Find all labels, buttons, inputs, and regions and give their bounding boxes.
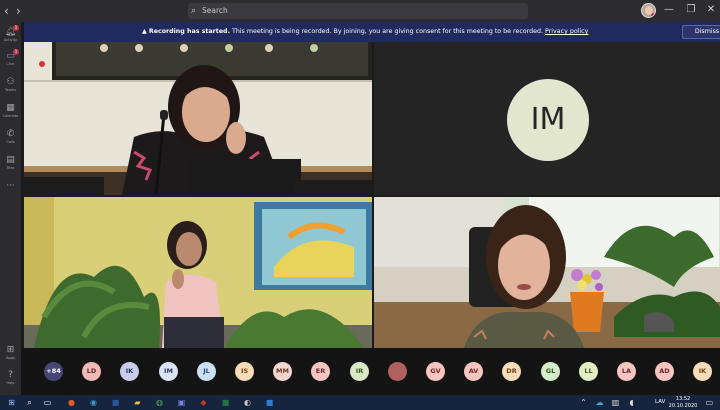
close-button[interactable]: ✕ [704, 2, 718, 18]
search-icon: ⌕ [191, 6, 197, 16]
clock-date: 20.10.2020 [668, 402, 698, 409]
phone-icon: ✆ [6, 129, 15, 139]
recording-banner: ▲ Recording has started. This meeting is… [24, 22, 720, 42]
app-icon-2[interactable]: ◆ [198, 397, 209, 408]
tray-volume-icon[interactable]: ◖ [626, 397, 637, 408]
privacy-policy-link[interactable]: Privacy policy [545, 28, 588, 35]
participant-avatar[interactable]: IR [350, 362, 369, 381]
rail-item-teams[interactable]: ⚇ Teams [0, 76, 21, 100]
back-arrow-icon[interactable]: ‹ [4, 3, 9, 19]
status-dot [651, 13, 655, 17]
minimize-button[interactable]: — [662, 2, 676, 18]
participant-avatar[interactable]: +84 [44, 362, 63, 381]
participant-avatar[interactable]: IK [693, 362, 712, 381]
more-icon: ··· [6, 181, 15, 191]
participant-avatar[interactable]: JL [197, 362, 216, 381]
windows-start-icon[interactable]: ⊞ [6, 397, 17, 408]
app-rail: 🔔︎ Activity 1 ▭ Chat 1 ⚇ Teams ▦ Calenda… [0, 22, 21, 395]
activity-badge: 1 [13, 25, 19, 31]
banner-message: ▲ Recording has started. This meeting is… [142, 22, 588, 42]
participant-avatar[interactable]: IK [120, 362, 139, 381]
rail-item-apps[interactable]: ⊞ Apps [0, 344, 21, 368]
video-tile-speaker[interactable] [374, 197, 720, 348]
teams-taskbar-icon[interactable]: ▣ [176, 397, 187, 408]
participant-initials-circle: IM [507, 79, 589, 161]
banner-bold-text: Recording has started. [148, 28, 230, 35]
video-tile-participant-plant[interactable] [24, 197, 372, 348]
chrome-icon[interactable]: ◍ [154, 397, 165, 408]
participant-avatar[interactable]: LD [82, 362, 101, 381]
forward-arrow-icon[interactable]: › [16, 3, 21, 19]
search-input[interactable]: ⌕ Search [188, 3, 528, 19]
tray-network-icon[interactable]: ▥ [610, 397, 621, 408]
participant-avatar[interactable]: GL [541, 362, 560, 381]
outlook-icon[interactable]: ■ [264, 397, 275, 408]
tray-cloud-icon[interactable]: ☁ [594, 397, 605, 408]
teams-window: ‹ › ⌕ Search — ❐ ✕ 🔔︎ Activity 1 ▭ Chat … [0, 0, 720, 410]
user-avatar[interactable] [641, 3, 656, 18]
taskbar-clock[interactable]: 13:52 20.10.2020 [668, 396, 698, 409]
participant-photo-avatar[interactable] [388, 362, 407, 381]
record-icon: ▲ [142, 28, 149, 35]
notification-icon[interactable]: ▭ [704, 397, 715, 408]
apps-icon: ⊞ [6, 345, 15, 355]
excel-icon[interactable]: ■ [220, 397, 231, 408]
maximize-button[interactable]: ❐ [684, 2, 698, 18]
rail-item-more[interactable]: ··· [0, 180, 21, 204]
app-icon-1[interactable]: ● [66, 397, 77, 408]
dismiss-button[interactable]: Dismiss [682, 25, 720, 39]
rail-item-chat[interactable]: ▭ Chat 1 [0, 49, 21, 74]
video-frame-plant [24, 197, 372, 348]
participant-avatar[interactable]: LA [617, 362, 636, 381]
video-frame-speaker [374, 197, 720, 348]
search-icon[interactable]: ⌕ [24, 397, 35, 408]
chat-badge: 1 [13, 49, 19, 55]
rail-item-files[interactable]: ▤ Files [0, 154, 21, 178]
video-tile-presenter[interactable] [24, 42, 372, 195]
explorer-icon[interactable]: ▰ [132, 397, 143, 408]
participant-avatar[interactable]: GV [426, 362, 445, 381]
participant-avatar[interactable]: AV [464, 362, 483, 381]
rail-item-activity[interactable]: 🔔︎ Activity 1 [0, 25, 21, 50]
participant-avatar[interactable]: MM [273, 362, 292, 381]
teams-icon: ⚇ [6, 77, 15, 87]
participant-avatar[interactable]: DR [502, 362, 521, 381]
tray-chevron-icon[interactable]: ⌃ [578, 397, 589, 408]
help-icon: ? [8, 370, 13, 380]
search-placeholder: Search [202, 6, 228, 15]
video-tile-im[interactable]: IM [374, 42, 720, 195]
participant-avatar[interactable]: IS [235, 362, 254, 381]
rail-item-calls[interactable]: ✆ Calls [0, 128, 21, 152]
calendar-icon: ▦ [6, 103, 15, 113]
participant-avatar[interactable]: LL [579, 362, 598, 381]
edge-icon[interactable]: ◉ [88, 397, 99, 408]
video-frame-presenter [24, 42, 372, 195]
title-bar: ‹ › ⌕ Search — ❐ ✕ [0, 0, 720, 22]
language-indicator[interactable]: LAV [655, 396, 665, 409]
app-icon-3[interactable]: ◐ [242, 397, 253, 408]
participant-avatar[interactable]: AD [655, 362, 674, 381]
files-icon: ▤ [6, 155, 15, 165]
banner-text: This meeting is being recorded. By joini… [229, 28, 546, 35]
rail-item-help[interactable]: ? Help [0, 369, 21, 393]
participant-avatar[interactable]: IM [159, 362, 178, 381]
windows-taskbar: ⊞ ⌕ ▭ ● ◉ ■ ▰ ◍ ▣ ◆ ■ ◐ ■ ⌃ ☁ ▥ ◖ LAV 13… [0, 395, 720, 410]
participant-avatar[interactable]: ER [311, 362, 330, 381]
rail-item-calendar[interactable]: ▦ Calendar [0, 102, 21, 126]
word-icon[interactable]: ■ [110, 397, 121, 408]
task-view-icon[interactable]: ▭ [42, 397, 53, 408]
